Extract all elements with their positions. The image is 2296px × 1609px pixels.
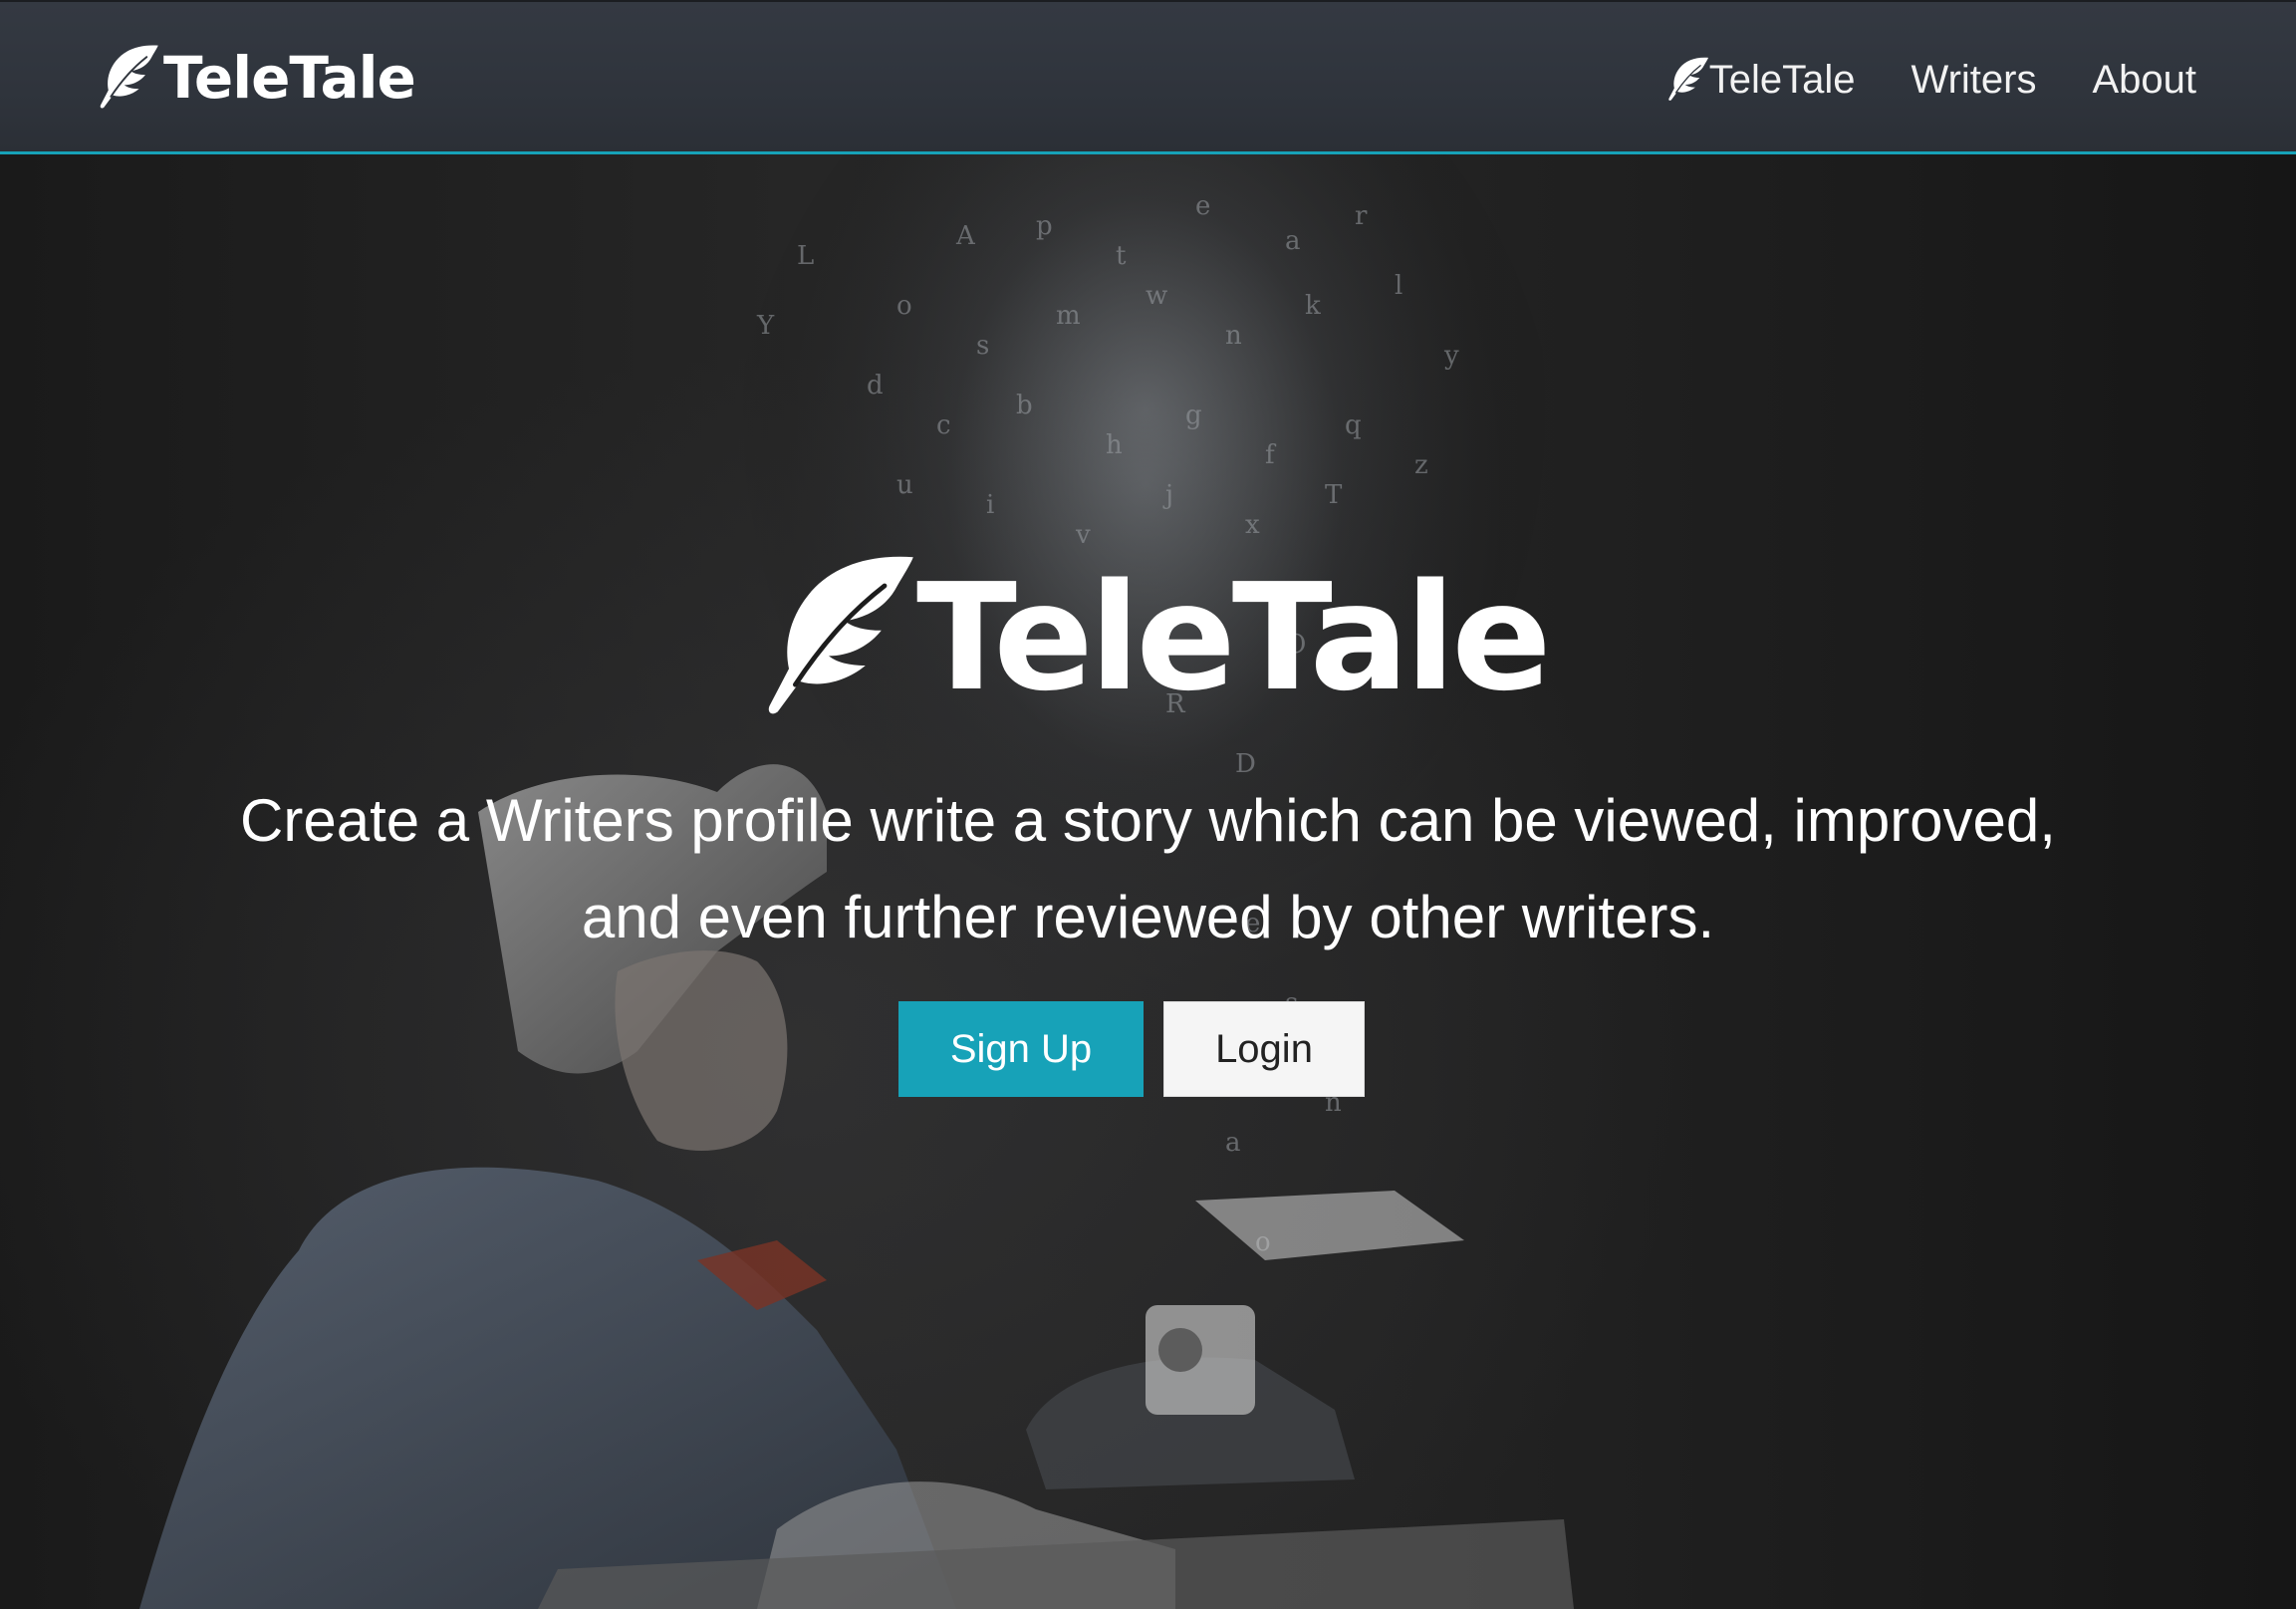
svg-text:e: e	[1195, 191, 1210, 221]
svg-text:x: x	[1245, 510, 1260, 540]
svg-text:o: o	[896, 291, 912, 321]
hero-tagline-line1: Create a Writers profile write a story w…	[240, 787, 2056, 854]
svg-text:r: r	[1355, 201, 1368, 231]
svg-text:i: i	[986, 490, 994, 520]
brand-text: TeleTale	[163, 44, 416, 112]
hero-logo: TeleTale	[757, 548, 1552, 727]
svg-text:t: t	[1116, 241, 1127, 271]
login-button[interactable]: Login	[1163, 1001, 1365, 1097]
feather-icon	[96, 43, 159, 113]
svg-text:T: T	[1325, 480, 1343, 510]
nav-link-teletale[interactable]: TeleTale	[1665, 57, 1856, 103]
svg-text:a: a	[1225, 1128, 1241, 1158]
svg-text:s: s	[976, 331, 989, 361]
svg-text:m: m	[1056, 301, 1081, 331]
svg-text:q: q	[1345, 410, 1362, 440]
navbar: TeleTale TeleTale Writers About	[0, 0, 2296, 154]
svg-text:b: b	[1016, 391, 1033, 420]
hero-tagline: Create a Writers profile write a story w…	[199, 772, 2097, 965]
svg-text:p: p	[1036, 211, 1053, 241]
nav-link-writers[interactable]: Writers	[1912, 58, 2037, 103]
nav-link-label: TeleTale	[1708, 57, 1856, 102]
hero-section: Apt ear osm wnk lyd cbh gfq zui vjx TYL …	[0, 154, 2296, 1609]
svg-text:w: w	[1146, 281, 1167, 311]
svg-text:g: g	[1185, 401, 1202, 430]
hero-tagline-line2: and even further reviewed by other write…	[581, 884, 1715, 950]
svg-text:d: d	[867, 371, 884, 401]
svg-text:n: n	[1225, 321, 1242, 351]
hero-title: TeleTale	[916, 552, 1552, 723]
svg-text:L: L	[797, 241, 814, 271]
svg-text:a: a	[1285, 226, 1301, 256]
nav-link-about[interactable]: About	[2092, 58, 2196, 103]
svg-text:c: c	[936, 410, 951, 440]
brand-link[interactable]: TeleTale	[96, 38, 416, 118]
nav-link-label: Writers	[1911, 57, 2037, 102]
feather-icon	[1665, 57, 1709, 103]
svg-text:z: z	[1414, 450, 1428, 480]
svg-text:h: h	[1106, 430, 1123, 460]
svg-text:A: A	[955, 221, 976, 251]
nav-menu: TeleTale Writers About	[1665, 42, 2196, 118]
feather-icon	[757, 554, 916, 721]
svg-text:u: u	[896, 470, 913, 500]
nav-link-label: About	[2092, 57, 2196, 102]
signup-button[interactable]: Sign Up	[898, 1001, 1144, 1097]
svg-text:k: k	[1305, 291, 1321, 321]
hero-buttons: Sign Up Login	[0, 1001, 2296, 1097]
svg-text:y: y	[1443, 341, 1459, 371]
svg-text:l: l	[1395, 271, 1403, 301]
svg-text:Y: Y	[756, 311, 775, 341]
svg-text:v: v	[1075, 520, 1091, 550]
